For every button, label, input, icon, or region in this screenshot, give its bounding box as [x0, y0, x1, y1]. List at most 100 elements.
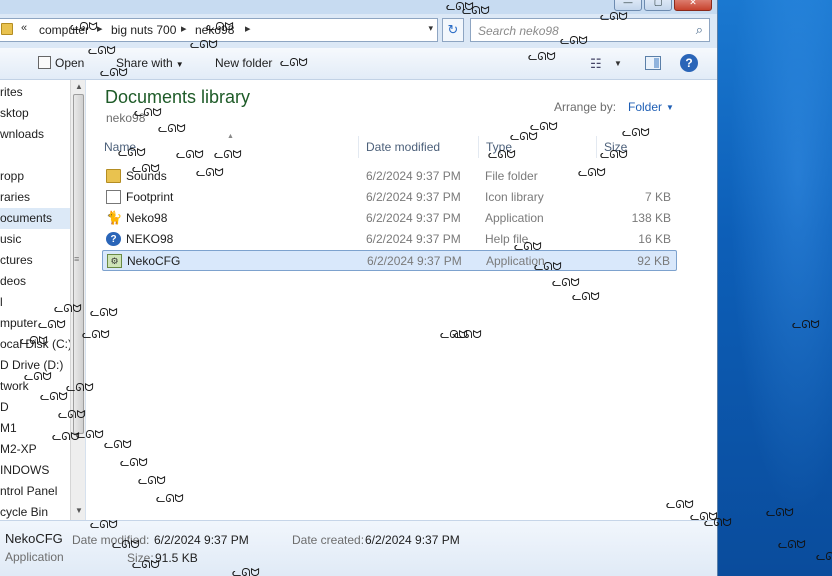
sidebar-item[interactable]: rites — [0, 82, 70, 103]
neko-cat-icon: ᓚᘏᗢ — [560, 35, 588, 47]
neko-cat-icon: ᓚᘏᗢ — [54, 303, 82, 315]
neko-cat-icon: ᓚᘏᗢ — [214, 149, 242, 161]
neko-cat-icon: ᓚᘏᗢ — [766, 507, 794, 519]
sidebar-item[interactable]: usic — [0, 229, 70, 250]
file-size: 92 KB — [637, 254, 670, 268]
breadcrumb-separator-icon[interactable]: ▸ — [181, 22, 187, 35]
file-type: File folder — [485, 169, 538, 183]
neko-cat-icon: ᓚᘏᗢ — [120, 457, 148, 469]
neko-cat-icon: ᓚᘏᗢ — [24, 371, 52, 383]
sidebar-item[interactable]: ocuments — [0, 208, 70, 229]
sidebar-item[interactable]: ctures — [0, 250, 70, 271]
neko-cat-icon: ᓚᘏᗢ — [572, 291, 600, 303]
search-input[interactable]: Search neko98 ⌕ — [470, 18, 710, 42]
overflow-chevron-icon[interactable]: « — [21, 22, 27, 34]
file-row[interactable]: Footprint 6/2/2024 9:37 PM Icon library 7 K… — [102, 187, 677, 208]
neko-cat-icon: ᓚᘏᗢ — [528, 51, 556, 63]
neko-cat-icon: ᓚᘏᗢ — [666, 499, 694, 511]
neko-cat-icon: ᓚᘏᗢ — [52, 431, 80, 443]
file-size: 138 KB — [631, 211, 671, 225]
details-file-name: NekoCFG — [5, 531, 63, 546]
help-icon[interactable]: ? — [680, 54, 698, 72]
neko-cat-icon: ᓚᘏᗢ — [704, 517, 732, 529]
arrange-by-label: Arrange by: — [554, 100, 617, 114]
close-button[interactable]: ✕ — [674, 0, 712, 11]
sidebar-item[interactable] — [0, 145, 70, 166]
config-app-icon: ⚙ — [107, 254, 122, 268]
scroll-grip-icon: ≡ — [74, 254, 80, 264]
file-row[interactable]: ⚙ NekoCFG 6/2/2024 9:37 PM Application 92 KB — [102, 250, 677, 271]
cat-icon: 🐈 — [106, 210, 123, 225]
preview-pane-icon[interactable] — [645, 56, 661, 70]
neko-cat-icon: ᓚᘏᗢ — [156, 493, 184, 505]
help-file-icon: ? — [106, 232, 121, 246]
neko-cat-icon: ᓚᘏᗢ — [462, 5, 490, 17]
search-icon[interactable]: ⌕ — [696, 22, 703, 38]
file-name: Footprint — [126, 190, 174, 204]
new-folder-button[interactable]: New folder — [215, 56, 272, 70]
views-icon[interactable]: ☷ — [590, 56, 602, 72]
neko-cat-icon: ᓚᘏᗢ — [132, 559, 160, 571]
sidebar-item[interactable]: ntrol Panel — [0, 481, 70, 502]
neko-cat-icon: ᓚᘏᗢ — [792, 319, 820, 331]
date-created-label: Date created: — [292, 533, 365, 547]
neko-cat-icon: ᓚᘏᗢ — [58, 409, 86, 421]
neko-cat-icon: ᓚᘏᗢ — [534, 261, 562, 273]
file-size: 16 KB — [638, 232, 671, 246]
open-button[interactable]: Open — [38, 56, 84, 70]
column-divider[interactable] — [596, 136, 597, 158]
scroll-up-icon[interactable]: ▲ — [75, 82, 83, 91]
file-date-modified: 6/2/2024 9:37 PM — [366, 232, 461, 246]
arrange-by-dropdown[interactable]: Folder ▼ — [628, 100, 674, 114]
chevron-down-icon: ▼ — [666, 103, 674, 112]
sidebar-item[interactable]: ropp — [0, 166, 70, 187]
file-date-modified: 6/2/2024 9:37 PM — [366, 169, 461, 183]
sidebar-item[interactable]: deos — [0, 271, 70, 292]
sidebar-item[interactable]: INDOWS — [0, 460, 70, 481]
file-name: NEKO98 — [126, 232, 174, 246]
neko-cat-icon: ᓚᘏᗢ — [66, 382, 94, 394]
views-dropdown-icon[interactable]: ▼ — [614, 59, 622, 68]
scroll-down-icon[interactable]: ▼ — [75, 506, 83, 515]
refresh-button[interactable]: ↻ — [442, 18, 464, 42]
dropdown-arrow-icon: ▼ — [175, 60, 184, 69]
file-list-area: Documents library neko98 Arrange by: Fol… — [86, 80, 717, 520]
navigation-pane: rites sktop wnloads ropp raries ocuments usic c… — [0, 80, 86, 520]
column-divider[interactable] — [358, 136, 359, 158]
neko-cat-icon: ᓚᘏᗢ — [578, 167, 606, 179]
sidebar-item[interactable]: raries — [0, 187, 70, 208]
maximize-button[interactable]: ▢ — [644, 0, 672, 11]
neko-cat-icon: ᓚᘏᗢ — [196, 167, 224, 179]
neko-cat-icon: ᓚᘏᗢ — [138, 475, 166, 487]
file-row[interactable]: 🐈 Neko98 6/2/2024 9:37 PM Application 138 KB — [102, 208, 677, 229]
library-title: Documents library — [105, 87, 251, 107]
nav-scrollbar[interactable]: ▲ ≡ ▼ — [70, 80, 85, 520]
neko-cat-icon: ᓚᘏᗢ — [100, 67, 128, 79]
column-divider[interactable] — [478, 136, 479, 158]
neko-cat-icon: ᓚᘏᗢ — [38, 319, 66, 331]
neko-cat-icon: ᓚᘏᗢ — [134, 107, 162, 119]
column-header-date[interactable]: Date modified — [366, 140, 440, 154]
sidebar-item[interactable]: sktop — [0, 103, 70, 124]
file-row[interactable]: ? NEKO98 6/2/2024 9:37 PM Help file 16 KB — [102, 229, 677, 250]
file-date-modified: 6/2/2024 9:37 PM — [366, 211, 461, 225]
neko-cat-icon: ᓚᘏᗢ — [280, 57, 308, 69]
sidebar-item[interactable]: cycle Bin — [0, 502, 70, 520]
breadcrumb-separator-icon[interactable]: ▸ — [97, 22, 103, 35]
explorer-window: — ▢ ✕ « computer ▸ big nuts 700 ▸ neko98… — [0, 0, 718, 576]
search-placeholder: Search neko98 — [478, 24, 559, 38]
neko-cat-icon: ᓚᘏᗢ — [530, 121, 558, 133]
file-icon — [106, 190, 121, 204]
neko-cat-icon: ᓚᘏᗢ — [552, 277, 580, 289]
neko-cat-icon: ᓚᘏᗢ — [816, 551, 832, 563]
neko-cat-icon: ᓚᘏᗢ — [600, 149, 628, 161]
neko-cat-icon: ᓚᘏᗢ — [82, 329, 110, 341]
sidebar-item[interactable]: wnloads — [0, 124, 70, 145]
breadcrumb-separator-icon[interactable]: ▸ — [245, 22, 251, 35]
minimize-button[interactable]: — — [614, 0, 642, 11]
neko-cat-icon: ᓚᘏᗢ — [76, 429, 104, 441]
address-dropdown-icon[interactable]: ▾ — [428, 23, 433, 34]
open-label: Open — [55, 56, 85, 70]
breadcrumb-big-nuts-700[interactable]: big nuts 700 — [111, 23, 176, 37]
size-value: 91.5 KB — [155, 551, 198, 565]
